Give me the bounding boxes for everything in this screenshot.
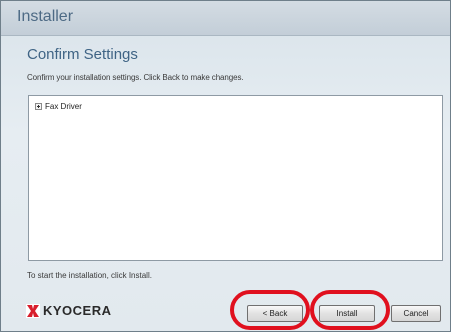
kyocera-mark-icon	[26, 303, 40, 318]
back-highlight-circle	[230, 290, 310, 330]
kyocera-logo: KYOCERA	[26, 303, 112, 318]
installer-window: Installer Confirm Settings Confirm your …	[0, 0, 451, 332]
plus-expander-icon[interactable]	[35, 103, 42, 110]
install-highlight-circle	[310, 290, 390, 330]
install-hint-text: To start the installation, click Install…	[27, 271, 152, 280]
tree-item-fax-driver[interactable]: Fax Driver	[35, 102, 82, 111]
window-title: Installer	[17, 8, 74, 25]
page-heading: Confirm Settings	[27, 46, 138, 63]
tree-item-label: Fax Driver	[45, 102, 82, 111]
settings-tree-panel[interactable]: Fax Driver	[28, 95, 443, 261]
instruction-text: Confirm your installation settings. Clic…	[27, 73, 244, 82]
title-bar: Installer	[1, 1, 450, 36]
cancel-button[interactable]: Cancel	[391, 305, 441, 322]
logo-text: KYOCERA	[43, 303, 112, 318]
